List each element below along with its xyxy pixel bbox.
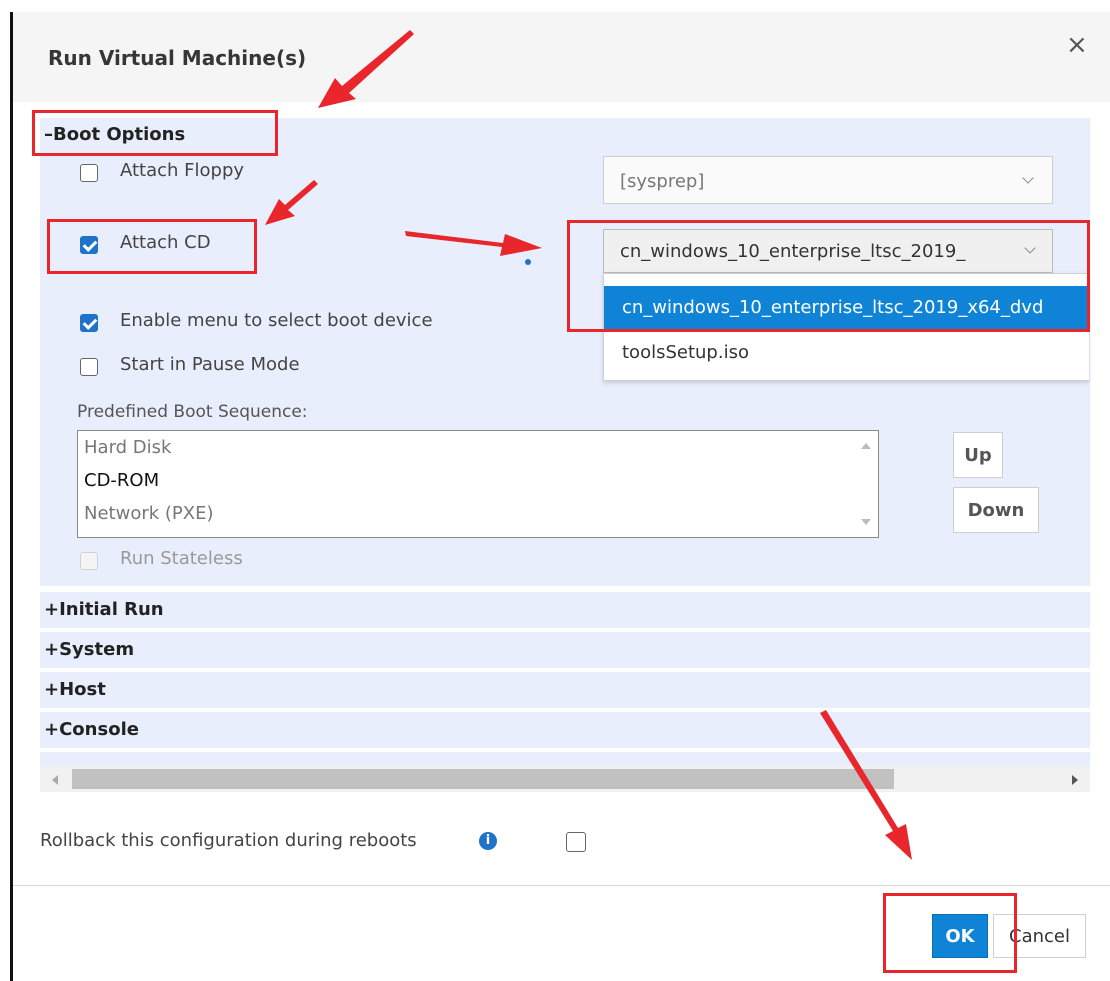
attach-floppy-checkbox[interactable]: [80, 164, 98, 182]
chevron-down-icon: [1022, 172, 1034, 184]
section-partial: [40, 752, 1090, 766]
start-pause-label: Start in Pause Mode: [120, 354, 300, 375]
rollback-label: Rollback this configuration during reboo…: [40, 830, 417, 851]
scroll-down-arrow-icon[interactable]: [861, 519, 871, 525]
info-icon[interactable]: i: [479, 832, 497, 850]
annotation-box-cd-select: [567, 220, 1090, 332]
rollback-checkbox[interactable]: [566, 832, 586, 852]
boot-sequence-item[interactable]: Network (PXE): [84, 503, 213, 524]
scroll-left-arrow-icon[interactable]: [52, 775, 58, 785]
dialog-title: Run Virtual Machine(s): [48, 46, 307, 70]
section-initial-run[interactable]: +Initial Run: [40, 592, 1090, 628]
boot-sequence-item[interactable]: CD-ROM: [84, 470, 159, 491]
section-console-title: +Console: [44, 719, 139, 740]
section-host[interactable]: +Host: [40, 672, 1090, 708]
section-console[interactable]: +Console: [40, 712, 1090, 748]
scroll-up-arrow-icon[interactable]: [861, 443, 871, 449]
floppy-select[interactable]: [sysprep]: [603, 156, 1053, 204]
down-button[interactable]: Down: [953, 487, 1039, 533]
list-scrollbar[interactable]: [854, 431, 878, 537]
section-label: System: [59, 639, 135, 660]
start-pause-checkbox[interactable]: [80, 358, 98, 376]
cd-option[interactable]: toolsSetup.iso: [604, 334, 1090, 378]
enable-boot-menu-checkbox[interactable]: [80, 314, 98, 332]
section-label: Initial Run: [59, 599, 164, 620]
expand-glyph: +: [44, 679, 60, 700]
expand-glyph: +: [44, 599, 60, 620]
attach-floppy-label: Attach Floppy: [120, 160, 245, 181]
section-label: Console: [59, 719, 139, 740]
section-host-title: +Host: [44, 679, 106, 700]
top-strip: [0, 0, 1110, 12]
section-system-title: +System: [44, 639, 134, 660]
annotation-box-ok: [883, 893, 1017, 973]
annotation-box-boot-options: [32, 110, 278, 156]
section-system[interactable]: +System: [40, 632, 1090, 668]
boot-sequence-item[interactable]: Hard Disk: [84, 437, 171, 458]
section-initial-run-title: +Initial Run: [44, 599, 164, 620]
up-button[interactable]: Up: [953, 432, 1003, 478]
cd-option-label: toolsSetup.iso: [622, 342, 749, 363]
horizontal-scrollbar[interactable]: [40, 766, 1090, 792]
scroll-right-arrow-icon[interactable]: [1072, 775, 1078, 785]
expand-glyph: +: [44, 719, 60, 740]
enable-boot-menu-label: Enable menu to select boot device: [120, 310, 433, 331]
floppy-select-value: [sysprep]: [620, 171, 705, 192]
scrollbar-thumb[interactable]: [72, 769, 894, 789]
footer-divider: [13, 885, 1110, 886]
info-dot-icon: [525, 259, 531, 265]
run-stateless-label: Run Stateless: [120, 548, 243, 569]
run-stateless-checkbox[interactable]: [80, 552, 98, 570]
annotation-box-attach-cd: [47, 219, 257, 274]
window-left-border: [10, 12, 13, 981]
boot-sequence-label: Predefined Boot Sequence:: [77, 402, 308, 422]
boot-sequence-list[interactable]: Hard Disk CD-ROM Network (PXE): [77, 430, 879, 538]
section-label: Host: [59, 679, 106, 700]
expand-glyph: +: [44, 639, 60, 660]
close-icon[interactable]: ×: [1066, 30, 1088, 60]
